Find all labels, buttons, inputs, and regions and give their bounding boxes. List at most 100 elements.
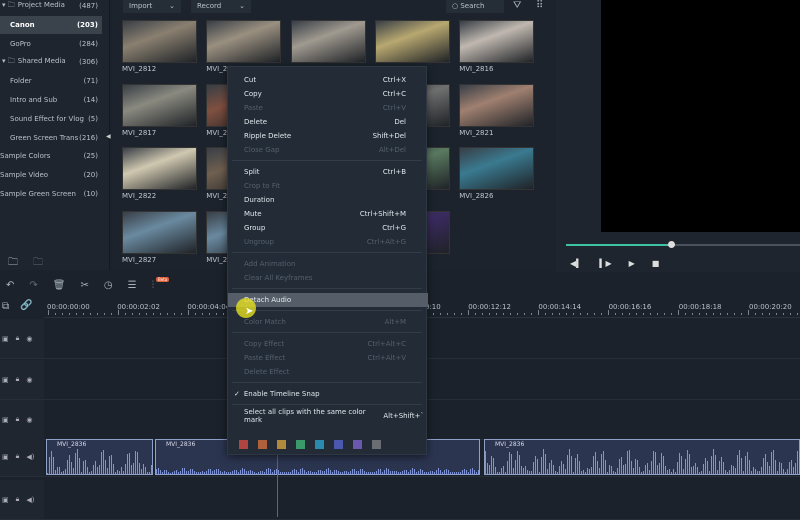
preview-scrubber[interactable] — [566, 241, 800, 248]
menu-item-label: Add Animation — [244, 260, 296, 268]
adjust-icon[interactable]: ☰ — [128, 280, 137, 291]
media-thumbnail[interactable] — [122, 147, 197, 190]
menu-item[interactable]: Close Gap Alt+Del — [228, 143, 428, 157]
waveform-bar — [517, 451, 518, 474]
sidebar-item[interactable]: Green Screen Trans (216) — [0, 129, 102, 147]
menu-item[interactable]: Detach Audio — [228, 293, 428, 307]
sidebar-item[interactable]: Intro and Sub (14) — [0, 91, 102, 109]
media-thumbnail[interactable] — [206, 20, 282, 63]
next-frame-icon[interactable]: ▍▶ — [599, 259, 611, 268]
menu-item[interactable]: Ungroup Ctrl+Alt+G — [228, 235, 428, 249]
media-thumbnail[interactable] — [459, 83, 535, 127]
menu-item[interactable]: ✓ Enable Timeline Snap — [228, 387, 428, 401]
folder-icon[interactable]: 🗀 — [33, 255, 43, 272]
menu-item-label: Ripple Delete — [244, 132, 292, 140]
speaker-icon[interactable]: ◀) — [26, 496, 34, 504]
menu-item-label: Mute — [244, 210, 262, 218]
lock-icon[interactable]: 🔒︎ — [16, 452, 20, 461]
undo-icon[interactable]: ↶ — [6, 280, 14, 291]
menu-item[interactable]: Color Match Alt+M — [228, 315, 428, 329]
media-thumbnail[interactable] — [374, 20, 450, 63]
grid-view-icon[interactable]: ⠿ — [536, 0, 543, 11]
sidebar-item[interactable]: Sample Video (20) — [0, 166, 102, 184]
previous-frame-icon[interactable]: ◀▍ — [570, 259, 582, 268]
menu-item[interactable]: Paste Effect Ctrl+Alt+V — [228, 351, 428, 365]
color-mark-swatch[interactable] — [353, 440, 362, 449]
menu-item[interactable]: Crop to Fit — [228, 179, 428, 193]
eye-icon[interactable]: ◉ — [26, 335, 32, 343]
sidebar-item[interactable]: ▾ 🗀 Project Media (487) — [0, 0, 102, 15]
filter-icon[interactable]: ⛛ — [513, 0, 521, 11]
menu-item[interactable]: Copy Ctrl+C — [228, 87, 428, 101]
menu-item[interactable]: Cut Ctrl+X — [228, 73, 428, 87]
waveform-bar — [51, 450, 52, 474]
color-mark-swatch[interactable] — [334, 440, 343, 449]
eye-icon[interactable]: ◉ — [26, 376, 32, 384]
sidebar-item[interactable]: GoPro (284) — [0, 35, 102, 53]
import-dropdown[interactable]: Import ⌄ — [123, 0, 181, 13]
playhead[interactable] — [277, 445, 278, 517]
media-thumbnail[interactable] — [290, 20, 366, 63]
audio-ducking-icon[interactable]: ⫶ — [152, 280, 155, 291]
record-dropdown[interactable]: Record ⌄ — [191, 0, 251, 13]
play-icon[interactable]: ▶ — [629, 259, 635, 268]
timeline-clip[interactable]: MVI_2836 — [484, 439, 800, 475]
media-thumbnail[interactable] — [459, 20, 535, 63]
lock-icon[interactable]: 🔒︎ — [16, 495, 20, 504]
media-thumbnail[interactable] — [122, 210, 197, 254]
color-mark-swatch[interactable] — [296, 440, 305, 449]
menu-item[interactable]: Mute Ctrl+Shift+M — [228, 207, 428, 221]
media-thumbnail[interactable] — [459, 147, 535, 190]
menu-item[interactable]: Ripple Delete Shift+Del — [228, 129, 428, 143]
menu-item[interactable]: Delete Effect — [228, 365, 428, 379]
color-mark-swatch[interactable] — [277, 440, 286, 449]
add-track-icon[interactable]: ⧉ — [2, 301, 9, 312]
speed-icon[interactable]: ◷ — [104, 280, 113, 291]
waveform-bar — [266, 469, 267, 474]
sidebar-item[interactable]: Folder (71) — [0, 72, 102, 90]
timeline-clip[interactable]: MVI_2836 — [46, 439, 153, 475]
waveform-bar — [67, 459, 68, 474]
link-icon[interactable]: 🔗 — [20, 300, 32, 311]
search-input[interactable]: ○ Search — [446, 0, 504, 13]
color-mark-swatch[interactable] — [258, 440, 267, 449]
sidebar-item[interactable]: Sound Effect for Vlog (5) — [0, 110, 102, 128]
eye-icon[interactable]: ◉ — [26, 416, 32, 424]
collapse-sidebar-icon[interactable]: ◀ — [106, 133, 111, 140]
menu-item-shortcut: Ctrl+C — [382, 90, 406, 98]
color-mark-swatch[interactable] — [239, 440, 248, 449]
menu-item[interactable]: Add Animation — [228, 257, 428, 271]
menu-item[interactable]: Select all clips with the same color mar… — [228, 408, 428, 424]
lock-icon[interactable]: 🔒︎ — [16, 334, 20, 343]
menu-item[interactable]: Split Ctrl+B — [228, 165, 428, 179]
menu-item[interactable]: Delete Del — [228, 115, 428, 129]
sidebar-item[interactable]: Canon (203) — [0, 15, 102, 34]
waveform-bar — [491, 455, 492, 474]
lock-icon[interactable]: 🔒︎ — [16, 375, 20, 384]
stop-icon[interactable]: ■ — [652, 259, 660, 268]
waveform-bar — [336, 469, 337, 474]
delete-icon[interactable]: 🗑 — [53, 280, 66, 291]
lock-icon[interactable]: 🔒︎ — [16, 415, 20, 424]
sidebar-item[interactable]: Sample Colors (25) — [0, 147, 102, 165]
redo-icon[interactable]: ↷ — [29, 280, 37, 291]
menu-item[interactable]: Duration — [228, 193, 428, 207]
menu-item[interactable]: Copy Effect Ctrl+Alt+C — [228, 337, 428, 351]
menu-item[interactable]: Group Ctrl+G — [228, 221, 428, 235]
menu-item[interactable]: Clear All Keyframes — [228, 271, 428, 285]
speaker-icon[interactable]: ◀) — [26, 453, 34, 461]
waveform-bar — [240, 469, 241, 474]
color-mark-swatch[interactable] — [315, 440, 324, 449]
waveform-bar — [529, 470, 530, 474]
new-folder-icon[interactable]: 🗀 — [8, 255, 18, 272]
sidebar-item[interactable]: ▾ 🗀 Shared Media (306) — [0, 53, 102, 71]
sidebar-item[interactable]: Sample Green Screen (10) — [0, 185, 102, 203]
ruler-tick — [790, 313, 791, 315]
waveform-bar — [404, 470, 405, 474]
media-thumbnail[interactable] — [122, 83, 197, 127]
media-thumbnail[interactable] — [122, 20, 197, 63]
cut-icon[interactable]: ✂ — [80, 280, 88, 291]
color-mark-swatch[interactable] — [372, 440, 381, 449]
ruler-tick — [713, 313, 714, 315]
menu-item[interactable]: Paste Ctrl+V — [228, 101, 428, 115]
